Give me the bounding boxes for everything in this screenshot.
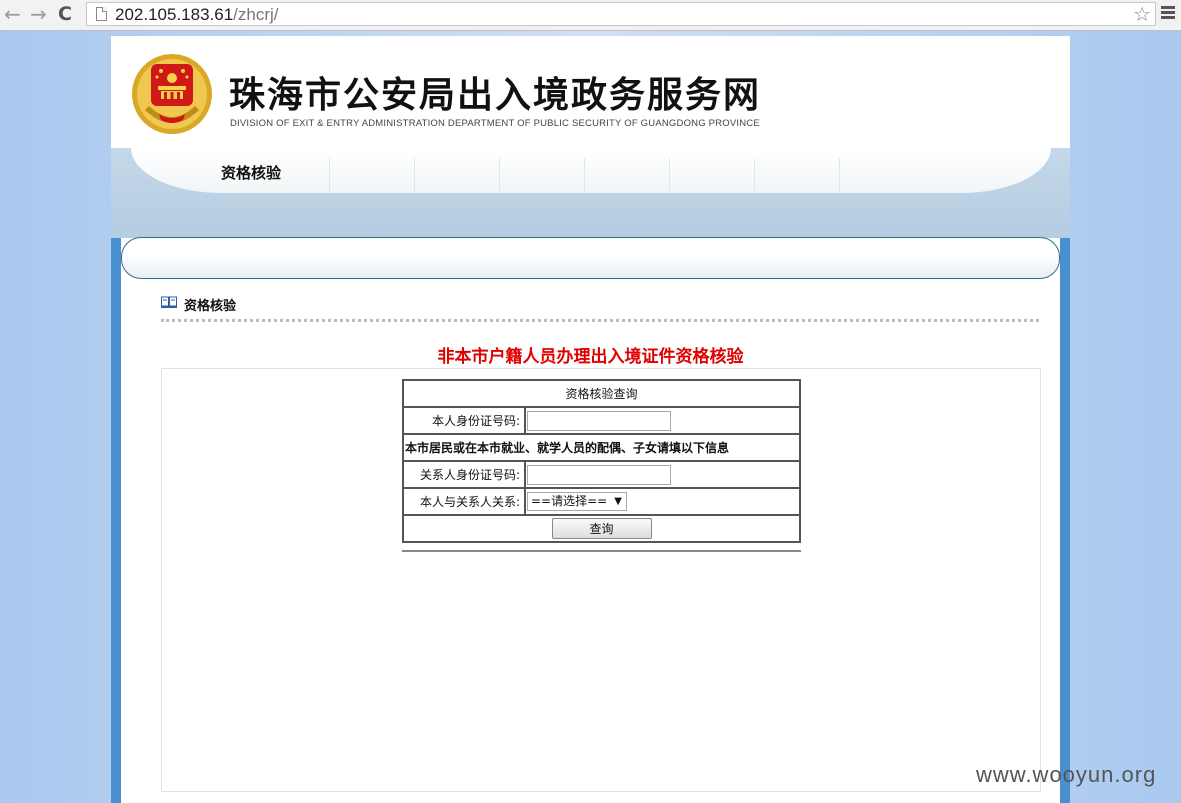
nav-tab-qualification[interactable]: 资格核验 bbox=[221, 162, 281, 183]
nav-divider bbox=[670, 158, 755, 192]
back-arrow-icon[interactable]: ← bbox=[4, 3, 21, 25]
content-area: 资格核验 非本市户籍人员办理出入境证件资格核验 资格核验查询 本人身份证号码: … bbox=[121, 237, 1060, 803]
url-text[interactable]: 202.105.183.61/zhcrj/ bbox=[115, 4, 279, 26]
url-host: 202.105.183.61 bbox=[115, 5, 234, 24]
nav-divider bbox=[330, 158, 415, 192]
form-bottom-rule bbox=[402, 550, 801, 552]
site-subtitle: DIVISION OF EXIT & ENTRY ADMINISTRATION … bbox=[230, 118, 760, 129]
url-path: /zhcrj/ bbox=[233, 5, 279, 24]
bookmark-star-icon[interactable]: ☆ bbox=[1133, 3, 1151, 25]
form-caption: 资格核验查询 bbox=[402, 379, 801, 408]
page-icon bbox=[96, 7, 107, 21]
nav-bar: 资格核验 bbox=[131, 148, 1051, 193]
national-emblem-icon bbox=[132, 54, 212, 134]
relative-note: 本市居民或在本市就业、就学人员的配偶、子女请填以下信息 bbox=[402, 433, 801, 462]
main-heading: 非本市户籍人员办理出入境证件资格核验 bbox=[437, 347, 744, 367]
browser-toolbar: ← → C 202.105.183.61/zhcrj/ ☆ bbox=[0, 0, 1181, 31]
nav-divider bbox=[755, 158, 840, 192]
form-panel: 资格核验查询 本人身份证号码: 本市居民或在本市就业、就学人员的配偶、子女请填以… bbox=[161, 368, 1041, 792]
nav-divider bbox=[415, 158, 500, 192]
forward-arrow-icon[interactable]: → bbox=[30, 3, 47, 25]
section-title: 资格核验 bbox=[184, 299, 237, 314]
section-header: 资格核验 bbox=[161, 296, 1039, 322]
watermark: www.wooyun.org bbox=[976, 762, 1157, 787]
chevron-down-icon: ▼ bbox=[614, 496, 622, 507]
site-title: 珠海市公安局出入境政务服务网 bbox=[229, 75, 762, 116]
book-icon bbox=[161, 296, 177, 308]
site-header: 珠海市公安局出入境政务服务网 DIVISION OF EXIT & ENTRY … bbox=[111, 36, 1070, 148]
relation-select[interactable]: ==请选择== ▼ bbox=[527, 492, 627, 511]
nav-divider bbox=[585, 158, 670, 192]
address-bar[interactable]: 202.105.183.61/zhcrj/ ☆ bbox=[86, 2, 1156, 26]
menu-icon[interactable] bbox=[1161, 6, 1175, 20]
qualification-form: 资格核验查询 本人身份证号码: 本市居民或在本市就业、就学人员的配偶、子女请填以… bbox=[402, 379, 801, 543]
id-number-input[interactable] bbox=[527, 410, 671, 431]
id-label: 本人身份证号码: bbox=[402, 406, 526, 435]
relation-label: 本人与关系人关系: bbox=[402, 487, 526, 516]
reload-icon[interactable]: C bbox=[58, 3, 72, 25]
nav-divider bbox=[500, 158, 585, 192]
page-container: 珠海市公安局出入境政务服务网 DIVISION OF EXIT & ENTRY … bbox=[111, 36, 1070, 803]
relative-id-input[interactable] bbox=[527, 464, 671, 485]
relation-selected-value: ==请选择== bbox=[531, 494, 608, 508]
content-banner bbox=[121, 237, 1060, 279]
relative-id-label: 关系人身份证号码: bbox=[402, 460, 526, 489]
nav-area: 资格核验 bbox=[111, 148, 1070, 238]
query-button[interactable]: 查询 bbox=[551, 518, 652, 539]
